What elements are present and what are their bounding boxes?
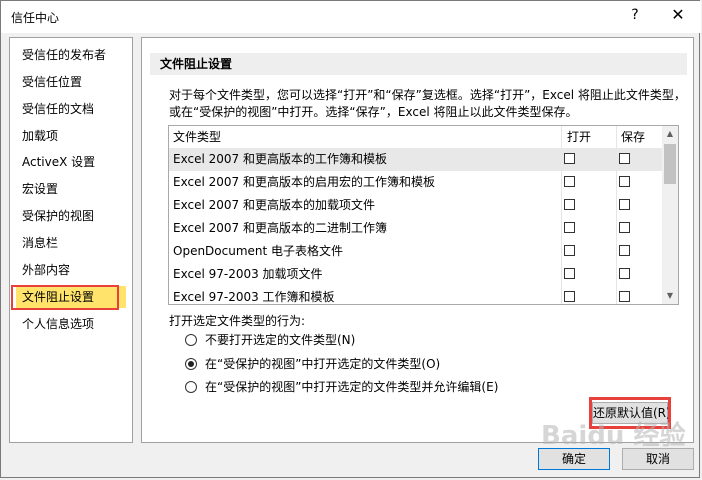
sidebar-item-external-content[interactable]: 外部内容 [16,259,126,281]
save-checkbox[interactable] [619,245,630,256]
sidebar-item-privacy-options[interactable]: 个人信息选项 [16,313,126,335]
annotation-highlight-reset [589,397,671,429]
section-title: 文件阻止设置 [150,53,687,75]
radio-button[interactable] [185,334,197,346]
save-checkbox[interactable] [619,268,630,279]
window-title: 信任中心 [11,11,60,25]
radio-button[interactable] [185,381,197,393]
table-row[interactable]: Excel 2007 和更高版本的加载项文件 [169,194,662,217]
help-icon[interactable]: ? [625,7,645,23]
table-row[interactable]: Excel 2007 和更高版本的二进制工作簿 [169,217,662,240]
sidebar-item-activex-settings[interactable]: ActiveX 设置 [16,151,126,173]
column-header-save: 保存 [621,130,646,144]
save-checkbox[interactable] [619,291,630,302]
sidebar-item-trusted-locations[interactable]: 受信任位置 [16,71,126,93]
sidebar-item-macro-settings[interactable]: 宏设置 [16,178,126,200]
file-type-name: Excel 2007 和更高版本的加载项文件 [173,198,375,212]
sidebar-item-trusted-publishers[interactable]: 受信任的发布者 [16,44,126,66]
save-checkbox[interactable] [619,176,630,187]
save-checkbox[interactable] [619,153,630,164]
file-type-name: Excel 2007 和更高版本的二进制工作簿 [173,221,387,235]
table-header: 文件类型 打开 保存 [169,126,662,149]
trust-center-dialog: 信任中心 ? ✕ 受信任的发布者 受信任位置 受信任的文档 加载项 Active… [0,0,701,478]
radio-label: 在“受保护的视图”中打开选定的文件类型并允许编辑(E) [205,380,499,394]
file-type-name: Excel 2007 和更高版本的工作簿和模板 [173,152,387,166]
sidebar: 受信任的发布者 受信任位置 受信任的文档 加载项 ActiveX 设置 宏设置 … [9,37,133,443]
radio-button[interactable] [185,358,197,370]
open-checkbox[interactable] [564,199,575,210]
save-checkbox[interactable] [619,222,630,233]
table-row[interactable]: Excel 97-2003 加载项文件 [169,263,662,286]
radio-label: 不要打开选定的文件类型(N) [205,333,356,347]
file-type-name: Excel 97-2003 工作簿和模板 [173,290,335,304]
file-type-name: OpenDocument 电子表格文件 [173,244,344,258]
open-checkbox[interactable] [564,222,575,233]
scroll-down-icon[interactable]: ▼ [662,288,678,304]
table-row[interactable]: Excel 2007 和更高版本的工作簿和模板 [169,148,662,171]
table-row[interactable]: Excel 2007 和更高版本的启用宏的工作簿和模板 [169,171,662,194]
file-type-name: Excel 97-2003 加载项文件 [173,267,323,281]
table-row[interactable]: Excel 97-2003 工作簿和模板 [169,286,662,304]
open-checkbox[interactable] [564,245,575,256]
sidebar-item-add-ins[interactable]: 加载项 [16,125,126,147]
column-header-open: 打开 [567,130,592,144]
sidebar-item-trusted-documents[interactable]: 受信任的文档 [16,98,126,120]
sidebar-item-protected-view[interactable]: 受保护的视图 [16,205,126,227]
cancel-button[interactable]: 取消 [622,448,694,470]
ok-button[interactable]: 确定 [538,448,610,470]
table-row[interactable]: OpenDocument 电子表格文件 [169,240,662,263]
column-header-file-type: 文件类型 [173,130,222,144]
behavior-label: 打开选定文件类型的行为: [169,314,306,328]
title-bar: 信任中心 ? ✕ [1,1,701,33]
open-checkbox[interactable] [564,291,575,302]
annotation-highlight-sidebar [11,285,119,310]
open-checkbox[interactable] [564,176,575,187]
file-type-name: Excel 2007 和更高版本的启用宏的工作簿和模板 [173,175,435,189]
file-type-table: 文件类型 打开 保存 Excel 2007 和更高版本的工作簿和模板 Excel… [168,125,679,305]
radio-label: 在“受保护的视图”中打开选定的文件类型(O) [205,357,441,371]
scrollbar-thumb[interactable] [664,144,676,184]
scroll-up-icon[interactable]: ▲ [662,126,678,142]
table-scrollbar[interactable]: ▲ ▼ [662,126,678,304]
description-text: 对于每个文件类型，您可以选择“打开”和“保存”复选框。选择“打开”，Excel … [169,88,686,119]
sidebar-item-message-bar[interactable]: 消息栏 [16,232,126,254]
open-checkbox[interactable] [564,153,575,164]
close-icon[interactable]: ✕ [667,5,689,24]
save-checkbox[interactable] [619,199,630,210]
open-checkbox[interactable] [564,268,575,279]
